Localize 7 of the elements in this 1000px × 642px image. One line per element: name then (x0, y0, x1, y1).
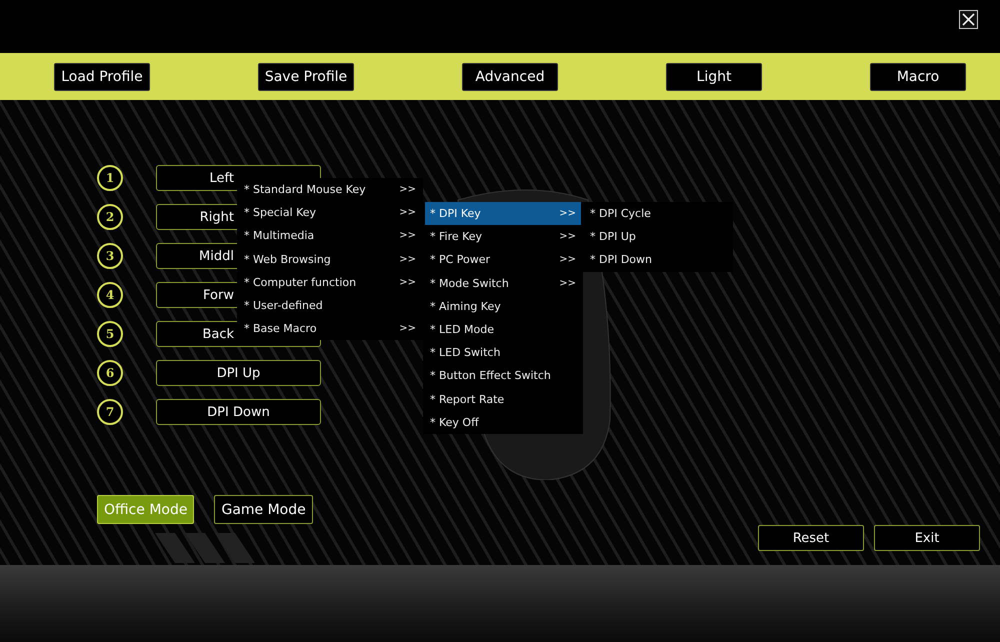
number-badge: 6 (97, 360, 123, 386)
number-badge: 3 (97, 243, 123, 269)
number-badge: 5 (97, 321, 123, 347)
number-badge: 1 (97, 165, 123, 191)
number-badge: 7 (97, 399, 123, 425)
number-badge: 2 (97, 204, 123, 230)
number-badge: 4 (97, 282, 123, 308)
